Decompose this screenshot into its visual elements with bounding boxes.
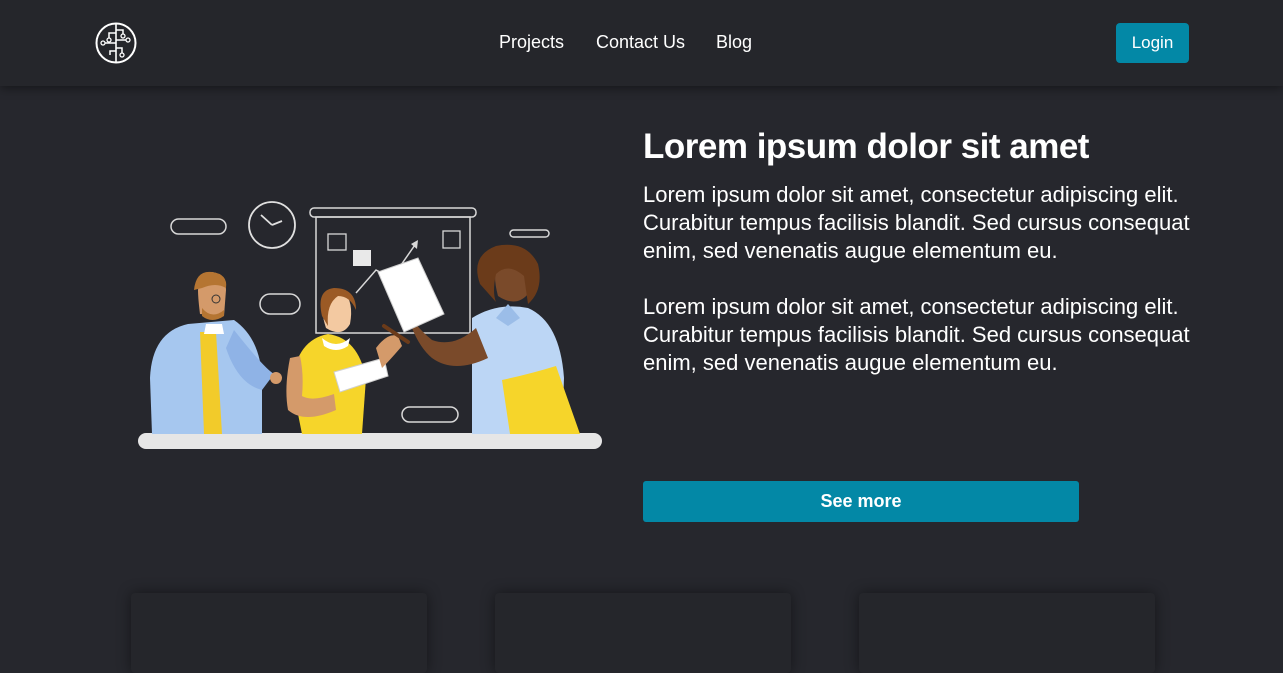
hero-paragraph: Lorem ipsum dolor sit amet, consectetur … — [643, 294, 1190, 375]
team-presentation-illustration — [138, 201, 602, 449]
feature-card — [859, 593, 1155, 673]
circuit-brain-logo-icon[interactable] — [95, 22, 137, 64]
feature-card — [131, 593, 427, 673]
feature-card — [495, 593, 791, 673]
login-button[interactable]: Login — [1116, 23, 1189, 63]
hero-paragraph: Lorem ipsum dolor sit amet, consectetur … — [643, 182, 1190, 263]
navbar: Projects Contact Us Blog Login — [0, 0, 1283, 86]
hero-text: Lorem ipsum dolor sit amet Lorem ipsum d… — [643, 126, 1203, 377]
nav-link-contact-us[interactable]: Contact Us — [596, 32, 685, 53]
nav-link-blog[interactable]: Blog — [716, 32, 752, 53]
hero-title: Lorem ipsum dolor sit amet — [643, 127, 1089, 166]
nav-link-projects[interactable]: Projects — [499, 32, 564, 53]
see-more-button[interactable]: See more — [643, 481, 1079, 522]
